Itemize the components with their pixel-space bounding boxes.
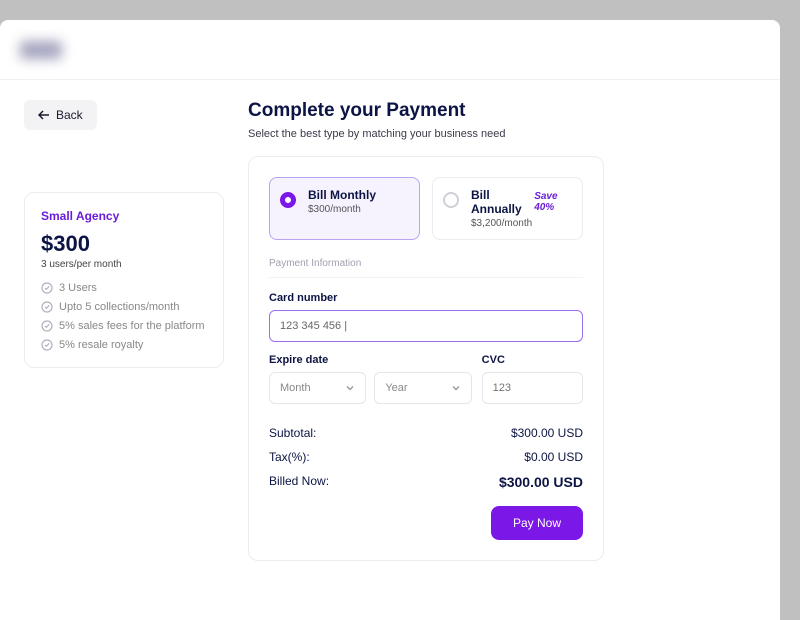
radio-icon	[280, 192, 296, 208]
arrow-left-icon	[38, 110, 50, 120]
expire-month-text: Month	[280, 382, 311, 394]
expire-year-select[interactable]: Year	[374, 372, 471, 404]
tax-row: Tax(%): $0.00 USD	[269, 450, 583, 464]
billed-value: $300.00 USD	[499, 474, 583, 490]
subtotal-row: Subtotal: $300.00 USD	[269, 426, 583, 440]
payment-window: Back Small Agency $300 3 users/per month…	[0, 20, 780, 620]
back-label: Back	[56, 108, 83, 122]
expire-cvc-row: Expire date Month Year	[269, 354, 583, 404]
save-badge: Save 40%	[534, 191, 572, 213]
back-button[interactable]: Back	[24, 100, 97, 130]
payment-card: Bill Monthly $300/month Bill Annually Sa…	[248, 156, 604, 561]
radio-icon	[443, 192, 459, 208]
subtotal-value: $300.00 USD	[511, 426, 583, 440]
card-number-input[interactable]	[269, 310, 583, 342]
feature-item: 5% resale royalty	[41, 339, 207, 351]
topbar	[0, 20, 780, 80]
check-circle-icon	[41, 301, 53, 313]
billing-monthly-title: Bill Monthly	[308, 188, 409, 202]
feature-text: 5% resale royalty	[59, 339, 143, 351]
feature-item: Upto 5 collections/month	[41, 301, 207, 313]
billing-annually-title: Bill Annually Save 40%	[471, 188, 572, 216]
cvc-input[interactable]	[482, 372, 583, 404]
feature-text: 5% sales fees for the platform	[59, 320, 205, 332]
page-title: Complete your Payment	[248, 100, 604, 122]
feature-text: 3 Users	[59, 282, 97, 294]
plan-price: $300	[41, 231, 207, 257]
check-circle-icon	[41, 339, 53, 351]
chevron-down-icon	[451, 383, 461, 393]
chevron-down-icon	[345, 383, 355, 393]
billing-options: Bill Monthly $300/month Bill Annually Sa…	[269, 177, 583, 240]
billed-label: Billed Now:	[269, 474, 329, 490]
billing-monthly[interactable]: Bill Monthly $300/month	[269, 177, 420, 240]
cvc-column: CVC	[482, 354, 583, 404]
payment-info-label: Payment Information	[269, 258, 583, 278]
billing-annually-sub: $3,200/month	[471, 218, 572, 229]
plan-name: Small Agency	[41, 209, 207, 223]
billed-row: Billed Now: $300.00 USD	[269, 474, 583, 490]
expire-column: Expire date Month Year	[269, 354, 472, 404]
cvc-label: CVC	[482, 354, 583, 366]
feature-item: 3 Users	[41, 282, 207, 294]
plan-unit: 3 users/per month	[41, 259, 207, 270]
subtotal-label: Subtotal:	[269, 426, 316, 440]
expire-month-select[interactable]: Month	[269, 372, 366, 404]
heading-block: Complete your Payment Select the best ty…	[248, 100, 604, 140]
billing-monthly-sub: $300/month	[308, 204, 409, 215]
tax-value: $0.00 USD	[524, 450, 583, 464]
main-column: Complete your Payment Select the best ty…	[248, 100, 604, 561]
expire-label: Expire date	[269, 354, 472, 366]
totals: Subtotal: $300.00 USD Tax(%): $0.00 USD …	[269, 426, 583, 490]
feature-text: Upto 5 collections/month	[59, 301, 179, 313]
check-circle-icon	[41, 320, 53, 332]
plan-card: Small Agency $300 3 users/per month 3 Us…	[24, 192, 224, 368]
logo	[20, 41, 62, 59]
tax-label: Tax(%):	[269, 450, 310, 464]
feature-item: 5% sales fees for the platform	[41, 320, 207, 332]
billing-annually[interactable]: Bill Annually Save 40% $3,200/month	[432, 177, 583, 240]
billing-annually-title-text: Bill Annually	[471, 188, 530, 216]
left-column: Back Small Agency $300 3 users/per month…	[24, 100, 224, 368]
check-circle-icon	[41, 282, 53, 294]
content: Back Small Agency $300 3 users/per month…	[0, 80, 780, 581]
pay-now-button[interactable]: Pay Now	[491, 506, 583, 540]
plan-features: 3 Users Upto 5 collections/month 5% sale…	[41, 282, 207, 351]
page-subtitle: Select the best type by matching your bu…	[248, 128, 604, 140]
expire-year-text: Year	[385, 382, 407, 394]
card-number-label: Card number	[269, 292, 583, 304]
